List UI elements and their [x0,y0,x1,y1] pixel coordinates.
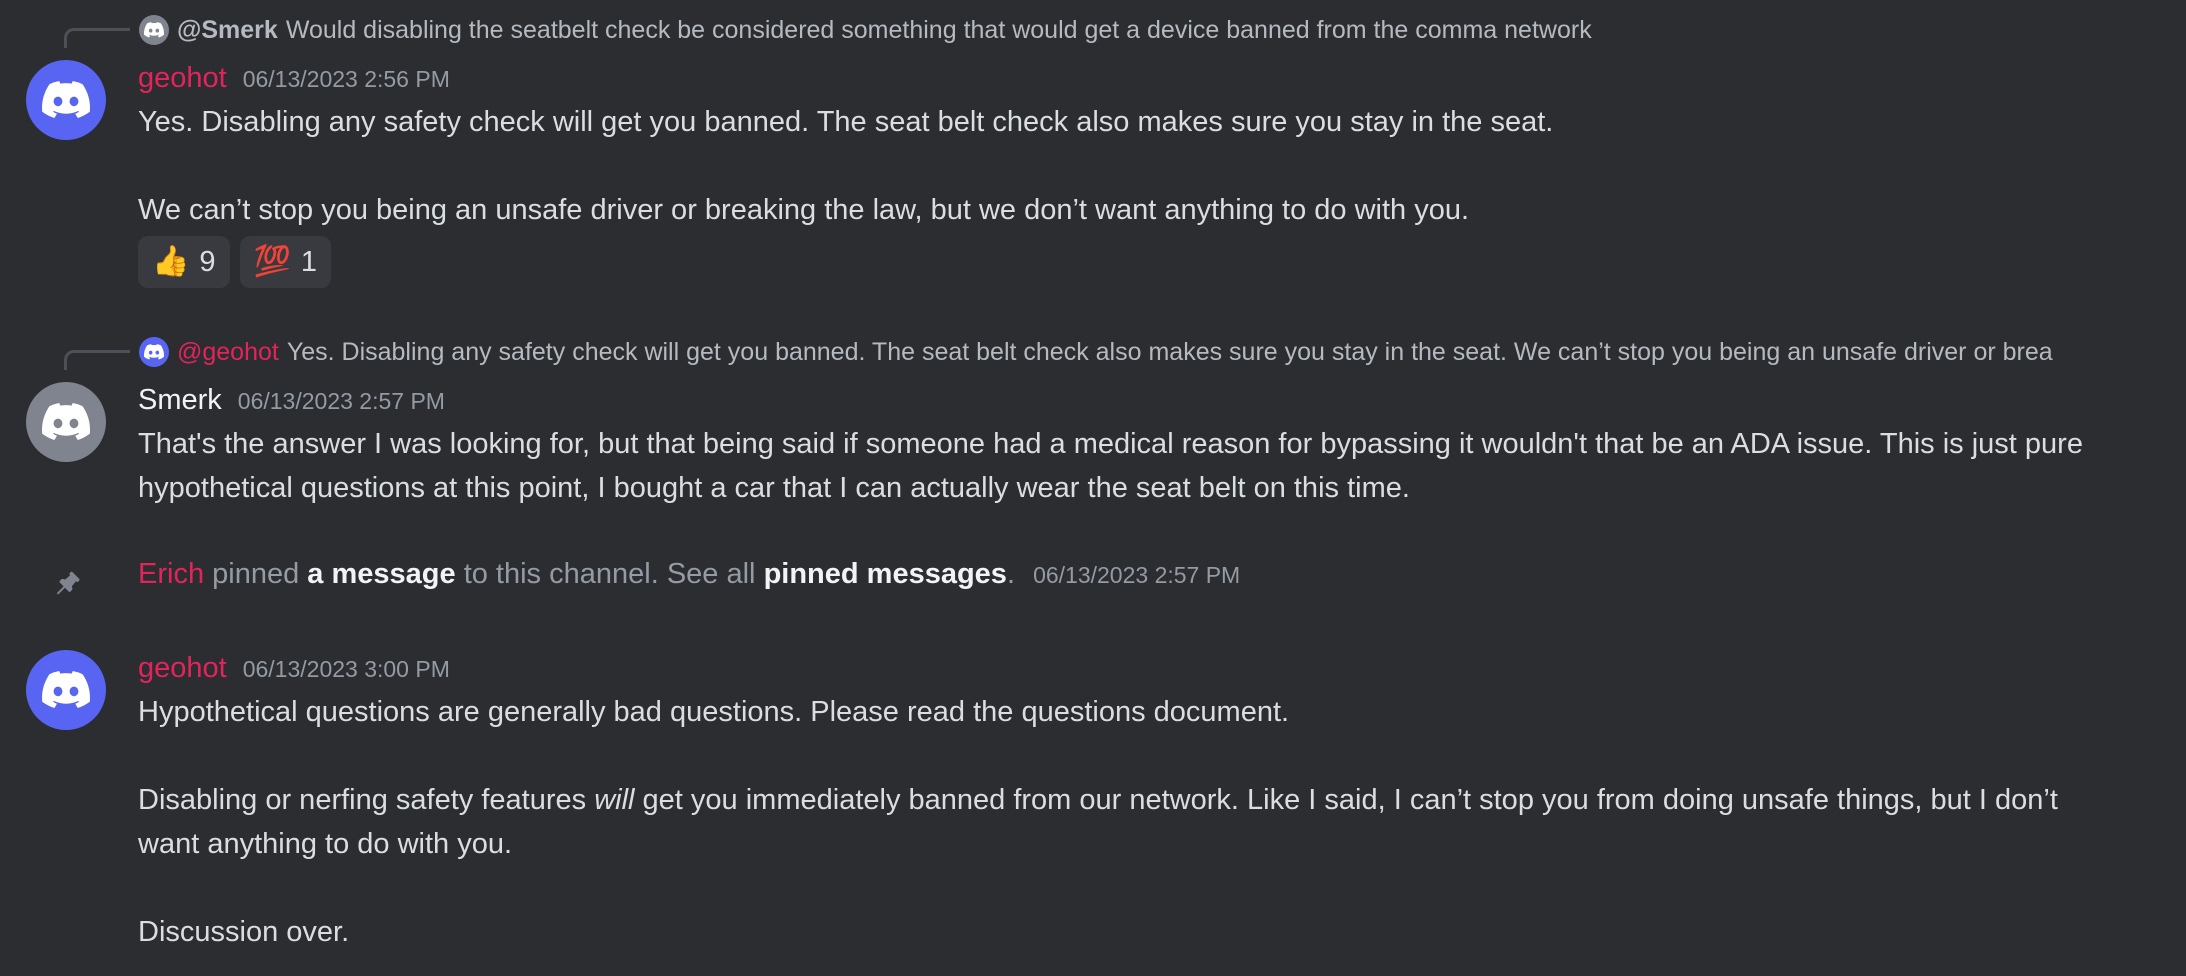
discord-logo-icon [42,671,90,708]
timestamp[interactable]: 06/13/2023 2:57 PM [238,388,445,415]
username[interactable]: geohot [138,62,227,95]
message-header: Smerk 06/13/2023 2:57 PM [138,384,445,417]
avatar[interactable] [26,60,106,140]
reaction-thumbs-up[interactable]: 👍 9 [138,236,230,288]
hundred-points-icon: 💯 [253,245,291,278]
avatar[interactable] [26,650,106,730]
message-paragraph: That's the answer I was looking for, but… [138,428,2083,504]
reply-text[interactable]: Would disabling the seatbelt check be co… [286,16,1592,45]
discord-logo-icon [144,22,164,38]
message-header: geohot 06/13/2023 3:00 PM [138,652,450,685]
reply-connector [64,350,130,370]
username[interactable]: geohot [138,652,227,685]
message-paragraph: Yes. Disabling any safety check will get… [138,106,1554,138]
reply-avatar [139,15,169,45]
message-paragraph: Disabling or nerfing safety features wil… [138,778,2108,866]
message-paragraph: Discussion over. [138,916,350,948]
reply-preview[interactable]: @geohot Yes. Disabling any safety check … [139,335,2053,369]
reply-mention[interactable]: @geohot [177,338,279,367]
discord-logo-icon [42,403,90,440]
timestamp[interactable]: 06/13/2023 2:56 PM [243,66,450,93]
message-paragraph: Hypothetical questions are generally bad… [138,696,1290,728]
system-verb: pinned [212,558,300,590]
reaction-count: 1 [300,245,317,278]
system-actor[interactable]: Erich [138,558,204,590]
system-end: . [1006,558,1015,590]
emphasis: will [594,784,635,816]
system-pin-message: Erich pinned a message to this channel. … [138,558,1240,591]
reaction-count: 9 [199,245,216,278]
pin-icon [50,564,86,600]
text-run: Disabling or nerfing safety features [138,784,587,816]
reply-text[interactable]: Yes. Disabling any safety check will get… [287,338,2053,367]
reply-avatar [139,337,169,367]
system-middle: to this channel. See all [463,558,756,590]
message-header: geohot 06/13/2023 2:56 PM [138,62,450,95]
pinned-messages-link[interactable]: pinned messages [764,558,1007,590]
timestamp[interactable]: 06/13/2023 3:00 PM [243,656,450,683]
reactions: 👍 9 💯 1 [138,236,331,288]
reply-mention[interactable]: @Smerk [177,16,278,45]
reply-connector [64,28,130,48]
avatar[interactable] [26,382,106,462]
pinned-message-link[interactable]: a message [307,558,455,590]
timestamp[interactable]: 06/13/2023 2:57 PM [1033,562,1240,588]
message-paragraph: We can’t stop you being an unsafe driver… [138,194,1470,226]
username[interactable]: Smerk [138,384,222,417]
discord-logo-icon [144,344,164,360]
reaction-hundred[interactable]: 💯 1 [239,236,331,288]
discord-logo-icon [42,81,90,118]
thumbs-up-icon: 👍 [152,245,190,278]
reply-preview[interactable]: @Smerk Would disabling the seatbelt chec… [139,13,1592,47]
